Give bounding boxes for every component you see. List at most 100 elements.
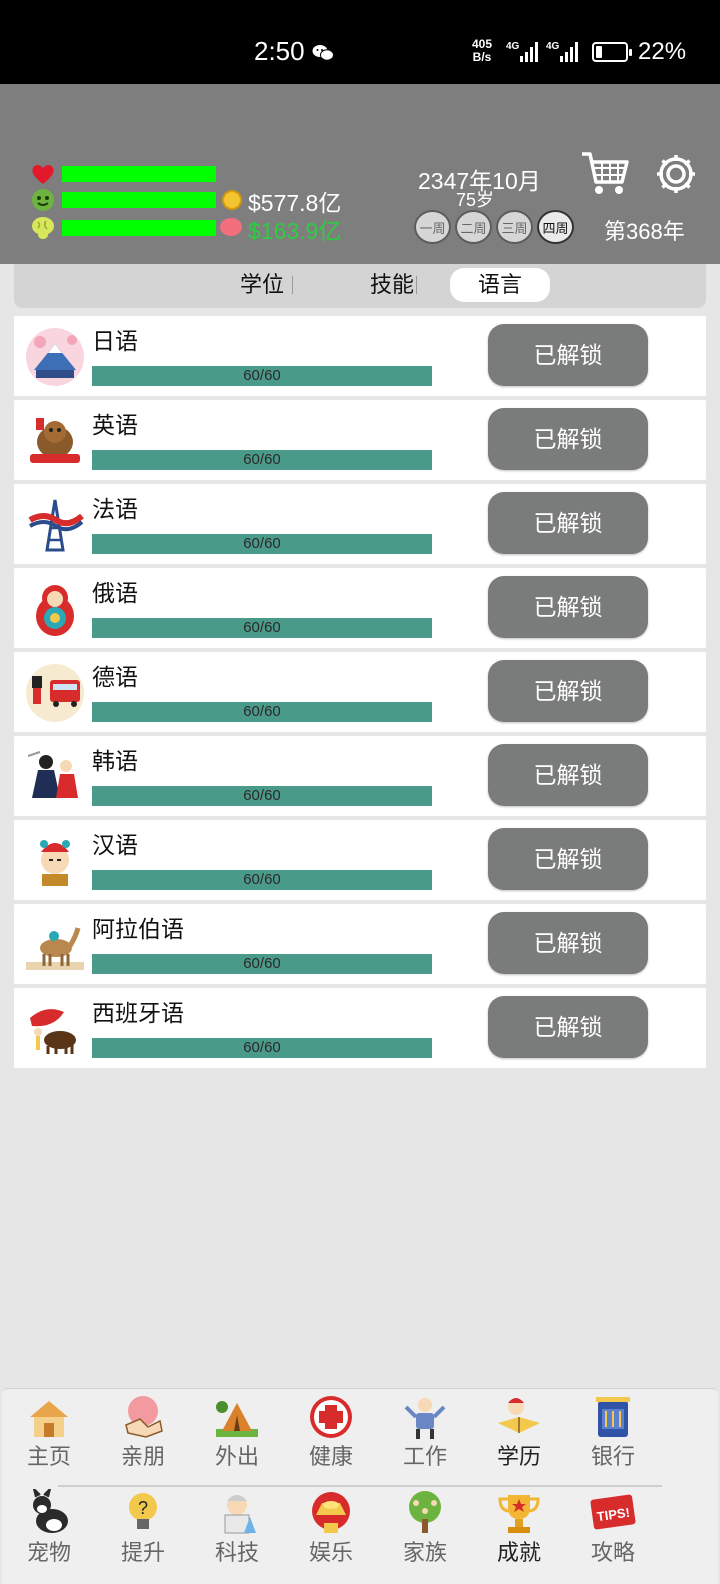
language-progress-bar: 60/60 [92,534,432,554]
nav-label: 银行 [590,1444,635,1469]
nav-item-home[interactable]: 主页 [2,1393,96,1471]
language-card: 汉语 60/60 已解锁 [14,820,706,900]
language-card: 俄语 60/60 已解锁 [14,568,706,648]
health-bar [62,166,216,182]
nav-divider [58,1485,662,1487]
trophy-icon [498,1495,540,1533]
language-card: 日语 60/60 已解锁 [14,316,706,396]
language-progress-bar: 60/60 [92,618,432,638]
coin-icon [222,190,242,210]
london-bus-icon [26,664,84,722]
language-name: 英语 [92,412,138,438]
tab-languages[interactable]: 语言 [450,268,550,302]
language-card: 西班牙语 60/60 已解锁 [14,988,706,1068]
nav-label: 成就 [496,1540,541,1565]
age: 75岁 [456,190,495,210]
network-speed: 405 B/s [472,37,493,64]
language-progress-bar: 60/60 [92,702,432,722]
progress-text: 60/60 [243,871,281,888]
unlocked-button[interactable]: 已解锁 [488,660,648,722]
nav-label: 学历 [496,1444,541,1469]
settings-gear-icon[interactable] [654,152,698,196]
unlocked-button[interactable]: 已解锁 [488,828,648,890]
tab-skills[interactable]: 技能 [342,268,442,302]
happiness-bar [62,192,216,208]
nav-item-student-reading[interactable]: 学历 [472,1393,566,1471]
savings-amount: $163.9亿 [248,218,342,244]
battery-icon [592,42,632,62]
language-progress-bar: 60/60 [92,870,432,890]
nav-row-1: 主页 亲朋 外出 健康 工作 学历 银行 [2,1393,718,1471]
handshake-icon [125,1396,163,1438]
nav-item-trophy[interactable]: 成就 [472,1489,566,1567]
language-progress-bar: 60/60 [92,954,432,974]
progress-text: 60/60 [243,451,281,468]
family-tree-icon [409,1491,441,1533]
wechat-icon [312,45,334,61]
bottom-navigation: 主页 亲朋 外出 健康 工作 学历 银行 宠物? 提升 科技 娱乐 家族 成就 TIPS! 攻略 [2,1388,718,1584]
language-name: 日语 [92,328,138,354]
nav-item-dog[interactable]: 宠物 [2,1485,96,1567]
unlocked-button[interactable]: 已解锁 [488,996,648,1058]
eiffel-tower-icon [28,499,84,552]
category-tabs: 学位 技能 语言 [14,264,706,308]
language-name: 德语 [92,664,138,690]
week-button-3[interactable]: 三周 [496,210,533,244]
nav-item-tips[interactable]: TIPS! 攻略 [566,1489,660,1567]
unlocked-button[interactable]: 已解锁 [488,576,648,638]
gold-ingot-icon [312,1492,350,1533]
nav-item-gold-ingot[interactable]: 娱乐 [284,1489,378,1567]
unlocked-button[interactable]: 已解锁 [488,492,648,554]
language-list: 日语 60/60 已解锁 英语 60/60 已解锁 法语 60/60 已解锁 俄语 60/60 已解锁… [14,316,706,1072]
progress-text: 60/60 [243,1039,281,1056]
shopping-cart-icon[interactable] [580,148,630,198]
student-reading-icon [498,1398,540,1433]
tab-divider [292,276,293,294]
nav-label: 外出 [214,1444,259,1469]
week-button-1[interactable]: 一周 [414,210,451,244]
svg-text:?: ? [138,1498,148,1518]
svg-text:4G: 4G [546,41,560,52]
nav-label: 提升 [120,1540,165,1565]
tab-degree[interactable]: 学位 [212,268,312,302]
language-progress-bar: 60/60 [92,366,432,386]
nav-item-tent[interactable]: 外出 [190,1393,284,1471]
peking-opera-icon [40,840,70,886]
progress-text: 60/60 [243,703,281,720]
language-name: 俄语 [92,580,138,606]
nav-item-medical-cross[interactable]: 健康 [284,1393,378,1471]
smarts-bar [62,220,216,236]
week-button-2[interactable]: 二周 [455,210,492,244]
dog-icon [32,1485,68,1533]
nav-item-bank[interactable]: 银行 [566,1393,660,1471]
nav-item-family-tree[interactable]: 家族 [378,1489,472,1567]
nav-item-handshake[interactable]: 亲朋 [96,1393,190,1471]
week-button-4[interactable]: 四周 [537,210,574,244]
language-card: 韩语 60/60 已解锁 [14,736,706,816]
smiley-icon [32,189,54,211]
nav-label: 亲朋 [120,1444,165,1469]
status-time: 2:50 [254,36,305,66]
signal-icon-2: 4G [546,41,578,62]
canada-beaver-icon [30,418,80,463]
nav-label: 科技 [214,1540,259,1565]
unlocked-button[interactable]: 已解锁 [488,408,648,470]
bank-icon [596,1397,630,1437]
nav-label: 娱乐 [308,1540,353,1565]
unlocked-button[interactable]: 已解锁 [488,744,648,806]
piggy-bank-icon [220,218,242,236]
tent-icon [216,1401,258,1437]
battery-percent: 22% [638,38,687,65]
language-card: 德语 60/60 已解锁 [14,652,706,732]
nav-item-scientist[interactable]: 科技 [190,1489,284,1567]
progress-text: 60/60 [243,535,281,552]
nav-item-lightbulb[interactable]: ? 提升 [96,1489,190,1567]
unlocked-button[interactable]: 已解锁 [488,912,648,974]
nav-item-worker[interactable]: 工作 [378,1393,472,1471]
brain-icon [32,217,54,239]
progress-text: 60/60 [243,367,281,384]
nav-label: 家族 [402,1540,447,1565]
language-card: 法语 60/60 已解锁 [14,484,706,564]
unlocked-button[interactable]: 已解锁 [488,324,648,386]
svg-text:4G: 4G [506,41,520,52]
